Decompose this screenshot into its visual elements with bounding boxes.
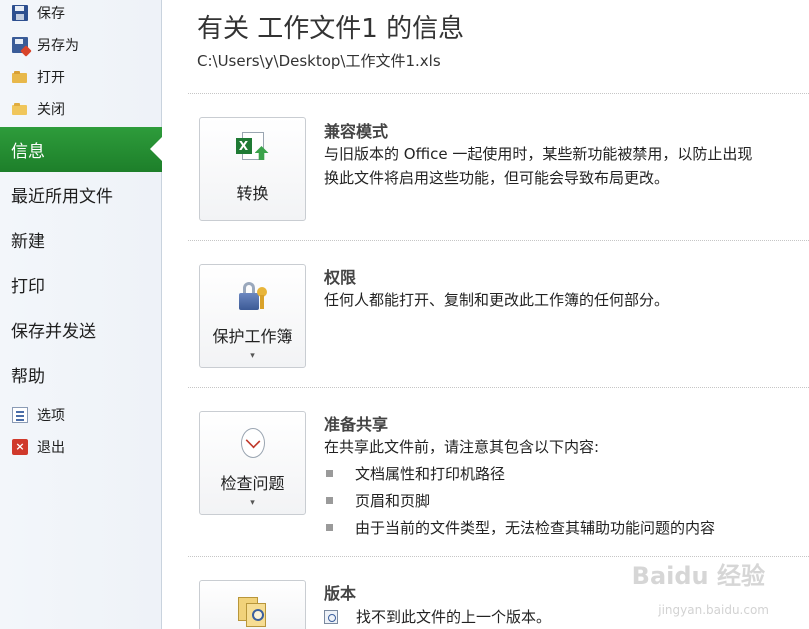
check-issues-button[interactable]: 检查问题 ▾: [199, 411, 306, 515]
file-path: C:\Users\y\Desktop\工作文件1.xls: [197, 52, 441, 70]
compatibility-text-line-2: 换此文件将启用这些功能，但可能会导致布局更改。: [324, 169, 670, 187]
sidebar-item-label: 帮助: [11, 367, 45, 387]
sidebar-item-label: 关闭: [37, 102, 65, 118]
manage-versions-button[interactable]: [199, 580, 306, 629]
versions-icon: [236, 595, 270, 629]
sidebar-item-exit[interactable]: × 退出: [0, 431, 161, 463]
inspect-document-icon: [236, 426, 270, 460]
sidebar-item-save[interactable]: 保存: [0, 0, 161, 29]
sidebar-item-label: 选项: [37, 408, 65, 424]
sidebar-item-info[interactable]: 信息: [0, 127, 162, 172]
watermark-logo: Baidu 经验: [631, 562, 765, 590]
lock-key-icon: [236, 279, 270, 313]
excel-convert-icon: X: [235, 132, 270, 166]
sidebar-item-label: 最近所用文件: [11, 187, 113, 207]
compatibility-heading: 兼容模式: [324, 122, 389, 141]
page-title: 有关 工作文件1 的信息: [197, 14, 465, 44]
permissions-text: 任何人都能打开、复制和更改此工作簿的任何部分。: [324, 291, 670, 309]
convert-button-label: 转换: [236, 184, 269, 203]
sidebar-item-label: 打印: [11, 277, 45, 297]
open-folder-icon: [12, 69, 28, 85]
sidebar-item-label: 保存: [37, 6, 65, 22]
versions-heading: 版本: [324, 584, 357, 603]
sharing-bullet-item: 文档属性和打印机路径: [326, 463, 505, 484]
bullet-icon: [326, 497, 333, 504]
section-divider: [188, 240, 809, 241]
sidebar-item-close[interactable]: 关闭: [0, 93, 161, 125]
versions-status: 找不到此文件的上一个版本。: [324, 606, 551, 627]
check-issues-label: 检查问题: [220, 474, 285, 493]
bullet-icon: [326, 524, 333, 531]
sidebar-item-options[interactable]: 选项: [0, 399, 161, 431]
sidebar-item-label: 打开: [37, 70, 65, 86]
bullet-icon: [326, 470, 333, 477]
dropdown-caret-icon: ▾: [250, 351, 255, 361]
sidebar-item-help[interactable]: 帮助: [0, 352, 161, 397]
options-icon: [12, 407, 28, 423]
sidebar-item-label: 信息: [11, 142, 45, 162]
prepare-sharing-text: 在共享此文件前，请注意其包含以下内容:: [324, 438, 600, 456]
section-divider: [188, 93, 809, 94]
protect-workbook-label: 保护工作簿: [212, 327, 293, 346]
section-divider: [188, 387, 809, 388]
dropdown-caret-icon: ▾: [250, 498, 255, 508]
sidebar-item-open[interactable]: 打开: [0, 61, 161, 93]
sidebar-item-label: 另存为: [37, 38, 79, 54]
version-document-icon: [324, 609, 338, 624]
bullet-text: 页眉和页脚: [355, 492, 431, 510]
exit-icon: ×: [12, 439, 28, 455]
sharing-bullet-item: 页眉和页脚: [326, 490, 430, 511]
sidebar-item-save-send[interactable]: 保存并发送: [0, 307, 161, 352]
backstage-sidebar: 保存 另存为 打开 关闭 信息 最近所用文件 新建 打印 保存并发送 帮助 选项…: [0, 0, 162, 629]
protect-workbook-button[interactable]: 保护工作簿 ▾: [199, 264, 306, 368]
bullet-text: 由于当前的文件类型，无法检查其辅助功能问题的内容: [355, 519, 716, 537]
bullet-text: 文档属性和打印机路径: [355, 465, 506, 483]
sidebar-item-save-as[interactable]: 另存为: [0, 29, 161, 61]
compatibility-text-line-1: 与旧版本的 Office 一起使用时，某些新功能被禁用，以防止出现: [324, 145, 753, 163]
sidebar-item-label: 保存并发送: [11, 322, 96, 342]
sidebar-item-new[interactable]: 新建: [0, 217, 161, 262]
watermark-url: jingyan.baidu.com: [658, 603, 769, 617]
sidebar-item-label: 新建: [11, 232, 45, 252]
prepare-sharing-heading: 准备共享: [324, 415, 389, 434]
convert-button[interactable]: X 转换: [199, 117, 306, 221]
close-folder-icon: [12, 101, 28, 117]
sidebar-item-label: 退出: [37, 440, 65, 456]
save-icon: [12, 5, 28, 21]
sidebar-item-print[interactable]: 打印: [0, 262, 161, 307]
versions-text: 找不到此文件的上一个版本。: [356, 608, 552, 626]
sharing-bullet-item: 由于当前的文件类型，无法检查其辅助功能问题的内容: [326, 517, 715, 538]
info-panel: 有关 工作文件1 的信息 C:\Users\y\Desktop\工作文件1.xl…: [162, 0, 809, 629]
permissions-heading: 权限: [324, 268, 357, 287]
save-as-icon: [12, 37, 28, 53]
sidebar-item-recent[interactable]: 最近所用文件: [0, 172, 161, 217]
